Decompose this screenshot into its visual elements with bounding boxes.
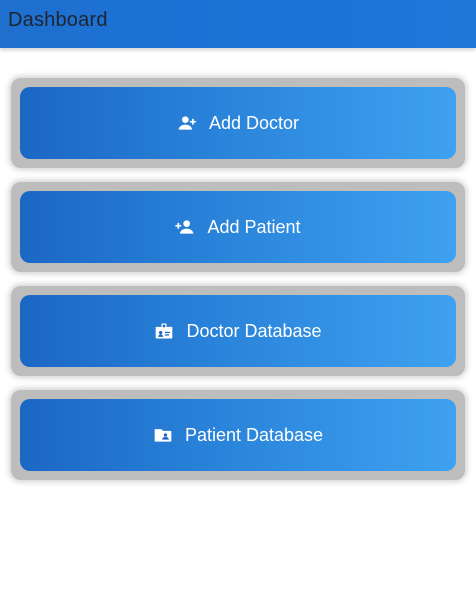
- badge-icon: [154, 321, 174, 341]
- patient-database-card: Patient Database: [11, 390, 465, 480]
- patient-database-label: Patient Database: [184, 424, 324, 445]
- add-doctor-button[interactable]: Add Doctor: [20, 87, 456, 159]
- add-patient-label: Add Patient: [207, 216, 301, 237]
- folder-shared-icon: [153, 425, 173, 445]
- person-add-icon: [175, 217, 195, 237]
- doctor-database-button[interactable]: Doctor Database: [20, 295, 456, 367]
- doctor-database-label: Doctor Database: [186, 320, 322, 341]
- dashboard-content: Add Doctor Add Patient Doctor Database P…: [0, 48, 476, 603]
- page-title: Dashboard: [8, 9, 108, 31]
- person-add-icon: [177, 113, 197, 133]
- patient-database-button[interactable]: Patient Database: [20, 399, 456, 471]
- doctor-database-card: Doctor Database: [11, 286, 465, 376]
- add-doctor-card: Add Doctor: [11, 78, 465, 168]
- app-bar: Dashboard: [0, 0, 476, 48]
- add-patient-card: Add Patient: [11, 182, 465, 272]
- add-doctor-label: Add Doctor: [208, 112, 300, 133]
- add-patient-button[interactable]: Add Patient: [20, 191, 456, 263]
